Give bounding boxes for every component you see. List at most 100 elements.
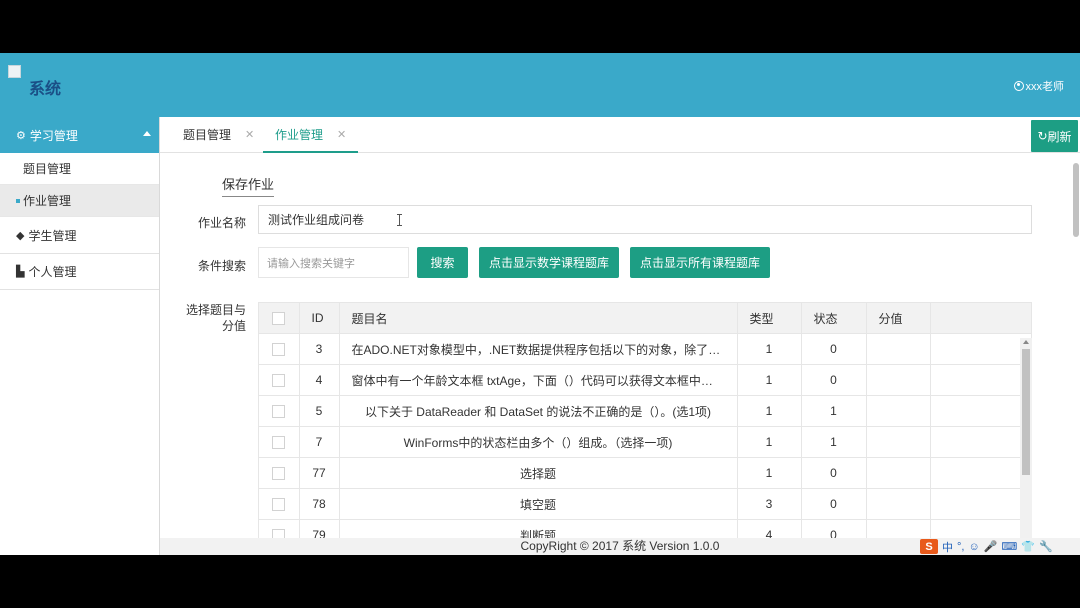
row-checkbox[interactable] <box>272 436 286 450</box>
table-row[interactable]: 5 以下关于 DataReader 和 DataSet 的说法不正确的是（）。(选… <box>259 395 1031 427</box>
column-header-status[interactable]: 状态 <box>801 303 867 334</box>
punctuation-icon[interactable]: °, <box>957 541 964 553</box>
select-all-checkbox[interactable] <box>272 312 286 326</box>
tab-label: 作业管理 <box>275 128 324 142</box>
row-checkbox[interactable] <box>272 467 286 481</box>
cell-spacer <box>930 488 1031 520</box>
close-icon[interactable]: ✕ <box>245 128 254 141</box>
user-name: xxx老师 <box>1025 81 1065 93</box>
emoji-icon[interactable]: ☺ <box>968 541 979 553</box>
cell-type: 1 <box>737 395 802 427</box>
row-select-cell[interactable] <box>259 395 300 427</box>
row-checkbox[interactable] <box>272 374 286 388</box>
close-icon[interactable]: ✕ <box>337 128 346 141</box>
cell-name: 填空题 <box>339 488 738 520</box>
sidebar: ⚙ 学习管理 题目管理 作业管理 ◆ 学生管理 ▙ 个人管理 <box>0 117 160 555</box>
cell-score[interactable] <box>866 519 931 538</box>
cube-icon: ◆ <box>16 230 25 242</box>
ime-mode[interactable]: 中 <box>942 539 953 555</box>
cell-id: 7 <box>299 426 340 458</box>
row-select-cell[interactable] <box>259 488 300 520</box>
cell-id: 5 <box>299 395 340 427</box>
sidebar-item-label: 个人管理 <box>28 265 77 279</box>
questions-table: ID 题目名 类型 状态 分值 3 在ADO.NET对象模型中，.NET数据提供程… <box>258 302 1032 538</box>
cell-type: 1 <box>737 426 802 458</box>
user-icon <box>1013 81 1024 91</box>
homework-name-input[interactable]: 测试作业组成问卷 <box>258 205 1032 234</box>
column-header-name[interactable]: 题目名 <box>339 303 738 334</box>
app-window: 系统 xxx老师 ⚙ 学习管理 题目管理 作业管理 ◆ 学生管理 ▙ 个人管理 <box>0 53 1080 555</box>
tab-homework-management[interactable]: 作业管理 ✕ <box>263 117 359 153</box>
sidebar-item-homework-management[interactable]: 作业管理 <box>0 185 159 217</box>
page-scrollbar-thumb[interactable] <box>1073 163 1079 237</box>
scroll-up-icon[interactable] <box>1023 340 1029 344</box>
row-checkbox[interactable] <box>272 529 286 538</box>
cell-name: 在ADO.NET对象模型中，.NET数据提供程序包括以下的对象，除了（）... <box>339 333 738 365</box>
cell-score[interactable] <box>866 333 931 365</box>
cell-spacer <box>930 457 1031 489</box>
page-scrollbar[interactable] <box>1072 153 1080 538</box>
text-cursor-icon <box>397 214 402 226</box>
tab-bar: 题目管理 ✕ 作业管理 ✕ <box>160 117 1080 153</box>
column-header-spacer <box>930 303 1031 334</box>
table-row[interactable]: 3 在ADO.NET对象模型中，.NET数据提供程序包括以下的对象，除了（）...… <box>259 333 1031 365</box>
sidebar-item-label: 作业管理 <box>23 194 72 208</box>
table-row[interactable]: 79 判断题 4 0 <box>259 519 1031 538</box>
search-input[interactable]: 请输入搜索关键字 <box>258 247 409 278</box>
select-label-line1: 选择题目与 <box>185 303 246 317</box>
column-header-type[interactable]: 类型 <box>737 303 802 334</box>
cell-score[interactable] <box>866 488 931 520</box>
search-button[interactable]: 搜索 <box>417 247 468 278</box>
cell-name: 以下关于 DataReader 和 DataSet 的说法不正确的是（）。(选1… <box>339 395 738 427</box>
table-scrollbar[interactable] <box>1020 338 1032 538</box>
section-title: 保存作业 <box>222 174 275 197</box>
homework-name-label: 作业名称 <box>197 216 246 230</box>
row-select-cell[interactable] <box>259 364 300 396</box>
row-checkbox[interactable] <box>272 405 286 419</box>
column-header-id[interactable]: ID <box>299 303 340 334</box>
cell-status: 0 <box>801 457 867 489</box>
cell-spacer <box>930 519 1031 538</box>
refresh-button[interactable]: ↻ 刷新 <box>1031 120 1078 152</box>
sogou-logo-icon[interactable]: S <box>920 539 938 554</box>
cell-type: 1 <box>737 333 802 365</box>
cell-status: 0 <box>801 519 867 538</box>
show-all-bank-button[interactable]: 点击显示所有课程题库 <box>630 247 770 278</box>
cell-score[interactable] <box>866 426 931 458</box>
sidebar-item-label: 题目管理 <box>23 162 72 176</box>
keyboard-icon[interactable]: ⌨ <box>1001 540 1017 553</box>
show-math-bank-button[interactable]: 点击显示数学课程题库 <box>479 247 619 278</box>
cell-score[interactable] <box>866 457 931 489</box>
table-row[interactable]: 78 填空题 3 0 <box>259 488 1031 520</box>
cell-score[interactable] <box>866 395 931 427</box>
select-questions-label: 选择题目与 分值 <box>160 302 246 334</box>
sidebar-group-study[interactable]: ⚙ 学习管理 <box>0 117 159 153</box>
table-row[interactable]: 7 WinForms中的状态栏由多个（）组成。（选择一项) 1 1 <box>259 426 1031 458</box>
table-scrollbar-thumb[interactable] <box>1022 349 1030 475</box>
sidebar-item-question-management[interactable]: 题目管理 <box>0 153 159 185</box>
row-select-cell[interactable] <box>259 457 300 489</box>
search-label: 条件搜索 <box>197 259 246 273</box>
table-row[interactable]: 77 选择题 1 0 <box>259 457 1031 489</box>
cell-score[interactable] <box>866 364 931 396</box>
cell-status: 1 <box>801 426 867 458</box>
sidebar-item-personal-management[interactable]: ▙ 个人管理 <box>0 254 159 290</box>
sidebar-item-student-management[interactable]: ◆ 学生管理 <box>0 218 159 254</box>
cell-name: 选择题 <box>339 457 738 489</box>
ime-toolbar[interactable]: S 中 °, ☺ 🎤 ⌨ 👕 🔧 <box>920 538 1080 555</box>
table-row[interactable]: 4 窗体中有一个年龄文本框 txtAge，下面（）代码可以获得文本框中的年龄...… <box>259 364 1031 396</box>
select-all-cell[interactable] <box>259 303 300 334</box>
microphone-icon[interactable]: 🎤 <box>984 540 998 553</box>
skin-icon[interactable]: 👕 <box>1021 540 1035 553</box>
active-dot-icon <box>16 199 20 203</box>
user-menu[interactable]: xxx老师 <box>1013 78 1065 94</box>
row-checkbox[interactable] <box>272 498 286 512</box>
row-select-cell[interactable] <box>259 426 300 458</box>
row-select-cell[interactable] <box>259 333 300 365</box>
tools-icon[interactable]: 🔧 <box>1039 540 1053 553</box>
row-checkbox[interactable] <box>272 343 286 357</box>
row-select-cell[interactable] <box>259 519 300 538</box>
tab-question-management[interactable]: 题目管理 ✕ <box>183 117 254 152</box>
cell-id: 79 <box>299 519 340 538</box>
column-header-score[interactable]: 分值 <box>866 303 931 334</box>
